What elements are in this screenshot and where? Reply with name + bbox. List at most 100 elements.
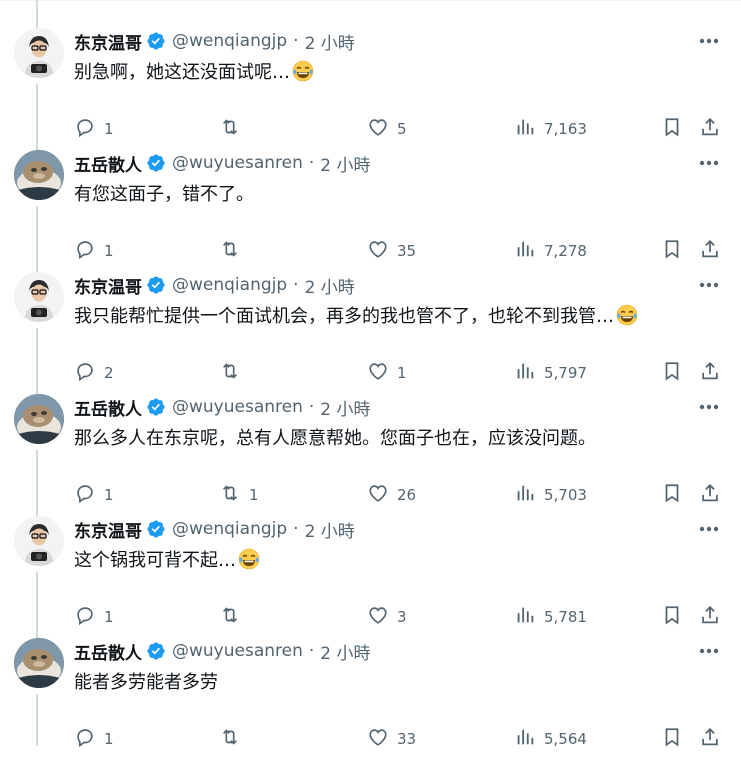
reply-button[interactable]: 1	[74, 236, 114, 266]
bookmark-button[interactable]	[661, 236, 683, 266]
tweet[interactable]: 东京温哥 @wenqiangjp · 2 小時 我只能帮忙提供一个面试机会，再多…	[0, 264, 741, 396]
timestamp[interactable]: 2 小時	[305, 273, 355, 298]
reply-button[interactable]: 1	[74, 724, 114, 754]
tweet[interactable]: 五岳散人 @wuyuesanren · 2 小時 有您这面子，错不了。 1 35	[0, 142, 741, 274]
reply-count: 1	[104, 486, 114, 504]
reply-icon	[74, 360, 104, 386]
retweet-icon	[219, 726, 249, 752]
tweet[interactable]: 五岳散人 @wuyuesanren · 2 小時 那么多人在东京呢，总有人愿意帮…	[0, 386, 741, 518]
view-count: 5,564	[544, 730, 587, 748]
like-button[interactable]: 35	[367, 236, 416, 266]
tweet-text: 有您这面子，错不了。	[74, 182, 254, 208]
retweet-button[interactable]: 1	[219, 480, 259, 510]
retweet-button[interactable]	[219, 602, 249, 632]
retweet-button[interactable]	[219, 236, 249, 266]
avatar[interactable]	[14, 272, 64, 322]
display-name[interactable]: 五岳散人	[74, 639, 142, 664]
display-name[interactable]: 东京温哥	[74, 517, 142, 542]
laughing-tears-emoji-icon	[292, 60, 314, 82]
like-count: 3	[397, 608, 407, 626]
timestamp[interactable]: 2 小時	[320, 395, 370, 420]
avatar[interactable]	[14, 394, 64, 444]
user-handle[interactable]: @wuyuesanren	[172, 153, 303, 173]
user-handle[interactable]: @wuyuesanren	[172, 397, 303, 417]
display-name[interactable]: 五岳散人	[74, 395, 142, 420]
bookmark-button[interactable]	[661, 602, 683, 632]
like-button[interactable]: 33	[367, 724, 416, 754]
avatar[interactable]	[14, 638, 64, 688]
heart-icon	[367, 238, 397, 264]
analytics-bars-icon	[514, 238, 544, 264]
timestamp[interactable]: 2 小時	[305, 517, 355, 542]
display-name[interactable]: 东京温哥	[74, 273, 142, 298]
share-button[interactable]	[699, 602, 721, 632]
reply-button[interactable]: 1	[74, 114, 114, 144]
views-button[interactable]: 5,781	[514, 602, 587, 632]
share-icon	[699, 726, 721, 752]
tweet-text: 这个锅我可背不起…	[74, 548, 260, 574]
timestamp[interactable]: 2 小時	[320, 639, 370, 664]
like-button[interactable]: 3	[367, 602, 407, 632]
reply-count: 2	[104, 364, 114, 382]
views-button[interactable]: 7,278	[514, 236, 587, 266]
more-options-icon[interactable]	[696, 396, 722, 418]
reply-count: 1	[104, 242, 114, 260]
like-button[interactable]: 1	[367, 358, 407, 388]
share-button[interactable]	[699, 236, 721, 266]
laughing-tears-emoji-icon	[616, 304, 638, 326]
analytics-bars-icon	[514, 116, 544, 142]
tweet-text-content: 有您这面子，错不了。	[74, 184, 254, 205]
avatar[interactable]	[14, 150, 64, 200]
more-options-icon[interactable]	[696, 518, 722, 540]
analytics-bars-icon	[514, 360, 544, 386]
views-button[interactable]: 5,564	[514, 724, 587, 754]
user-handle[interactable]: @wenqiangjp	[172, 31, 287, 51]
share-button[interactable]	[699, 480, 721, 510]
bookmark-button[interactable]	[661, 358, 683, 388]
like-button[interactable]: 5	[367, 114, 407, 144]
share-button[interactable]	[699, 358, 721, 388]
tweet[interactable]: 东京温哥 @wenqiangjp · 2 小時 别急啊，她这还没面试呢… 1 5	[0, 0, 741, 152]
verified-badge-icon	[146, 397, 166, 417]
bookmark-button[interactable]	[661, 114, 683, 144]
bookmark-icon	[661, 360, 683, 386]
more-options-icon[interactable]	[696, 640, 722, 662]
share-button[interactable]	[699, 724, 721, 754]
tweet[interactable]: 东京温哥 @wenqiangjp · 2 小時 这个锅我可背不起… 1 3 5,…	[0, 508, 741, 640]
bookmark-button[interactable]	[661, 724, 683, 754]
like-button[interactable]: 26	[367, 480, 416, 510]
share-button[interactable]	[699, 114, 721, 144]
more-options-icon[interactable]	[696, 30, 722, 52]
timestamp[interactable]: 2 小時	[320, 151, 370, 176]
views-button[interactable]: 5,703	[514, 480, 587, 510]
heart-icon	[367, 360, 397, 386]
more-options-icon[interactable]	[696, 152, 722, 174]
tweet-text-content: 这个锅我可背不起…	[74, 550, 236, 571]
bookmark-button[interactable]	[661, 480, 683, 510]
like-count: 33	[397, 730, 417, 748]
user-handle[interactable]: @wenqiangjp	[172, 275, 287, 295]
views-button[interactable]: 5,797	[514, 358, 587, 388]
reply-button[interactable]: 1	[74, 602, 114, 632]
avatar[interactable]	[14, 28, 64, 78]
display-name[interactable]: 东京温哥	[74, 29, 142, 54]
display-name[interactable]: 五岳散人	[74, 151, 142, 176]
more-options-icon[interactable]	[696, 274, 722, 296]
retweet-button[interactable]	[219, 358, 249, 388]
action-bar: 1 35 7,278	[74, 236, 724, 266]
views-button[interactable]: 7,163	[514, 114, 587, 144]
retweet-icon	[219, 604, 249, 630]
retweet-button[interactable]	[219, 724, 249, 754]
avatar[interactable]	[14, 516, 64, 566]
user-handle[interactable]: @wuyuesanren	[172, 641, 303, 661]
user-handle[interactable]: @wenqiangjp	[172, 519, 287, 539]
retweet-button[interactable]	[219, 114, 249, 144]
reply-button[interactable]: 1	[74, 480, 114, 510]
separator-dot: ·	[293, 275, 299, 295]
retweet-icon	[219, 238, 249, 264]
reply-button[interactable]: 2	[74, 358, 114, 388]
timestamp[interactable]: 2 小時	[305, 29, 355, 54]
tweet[interactable]: 五岳散人 @wuyuesanren · 2 小時 能者多劳能者多劳 1 33 5…	[0, 630, 741, 760]
action-bar: 1 3 5,781	[74, 602, 724, 632]
verified-badge-icon	[146, 275, 166, 295]
